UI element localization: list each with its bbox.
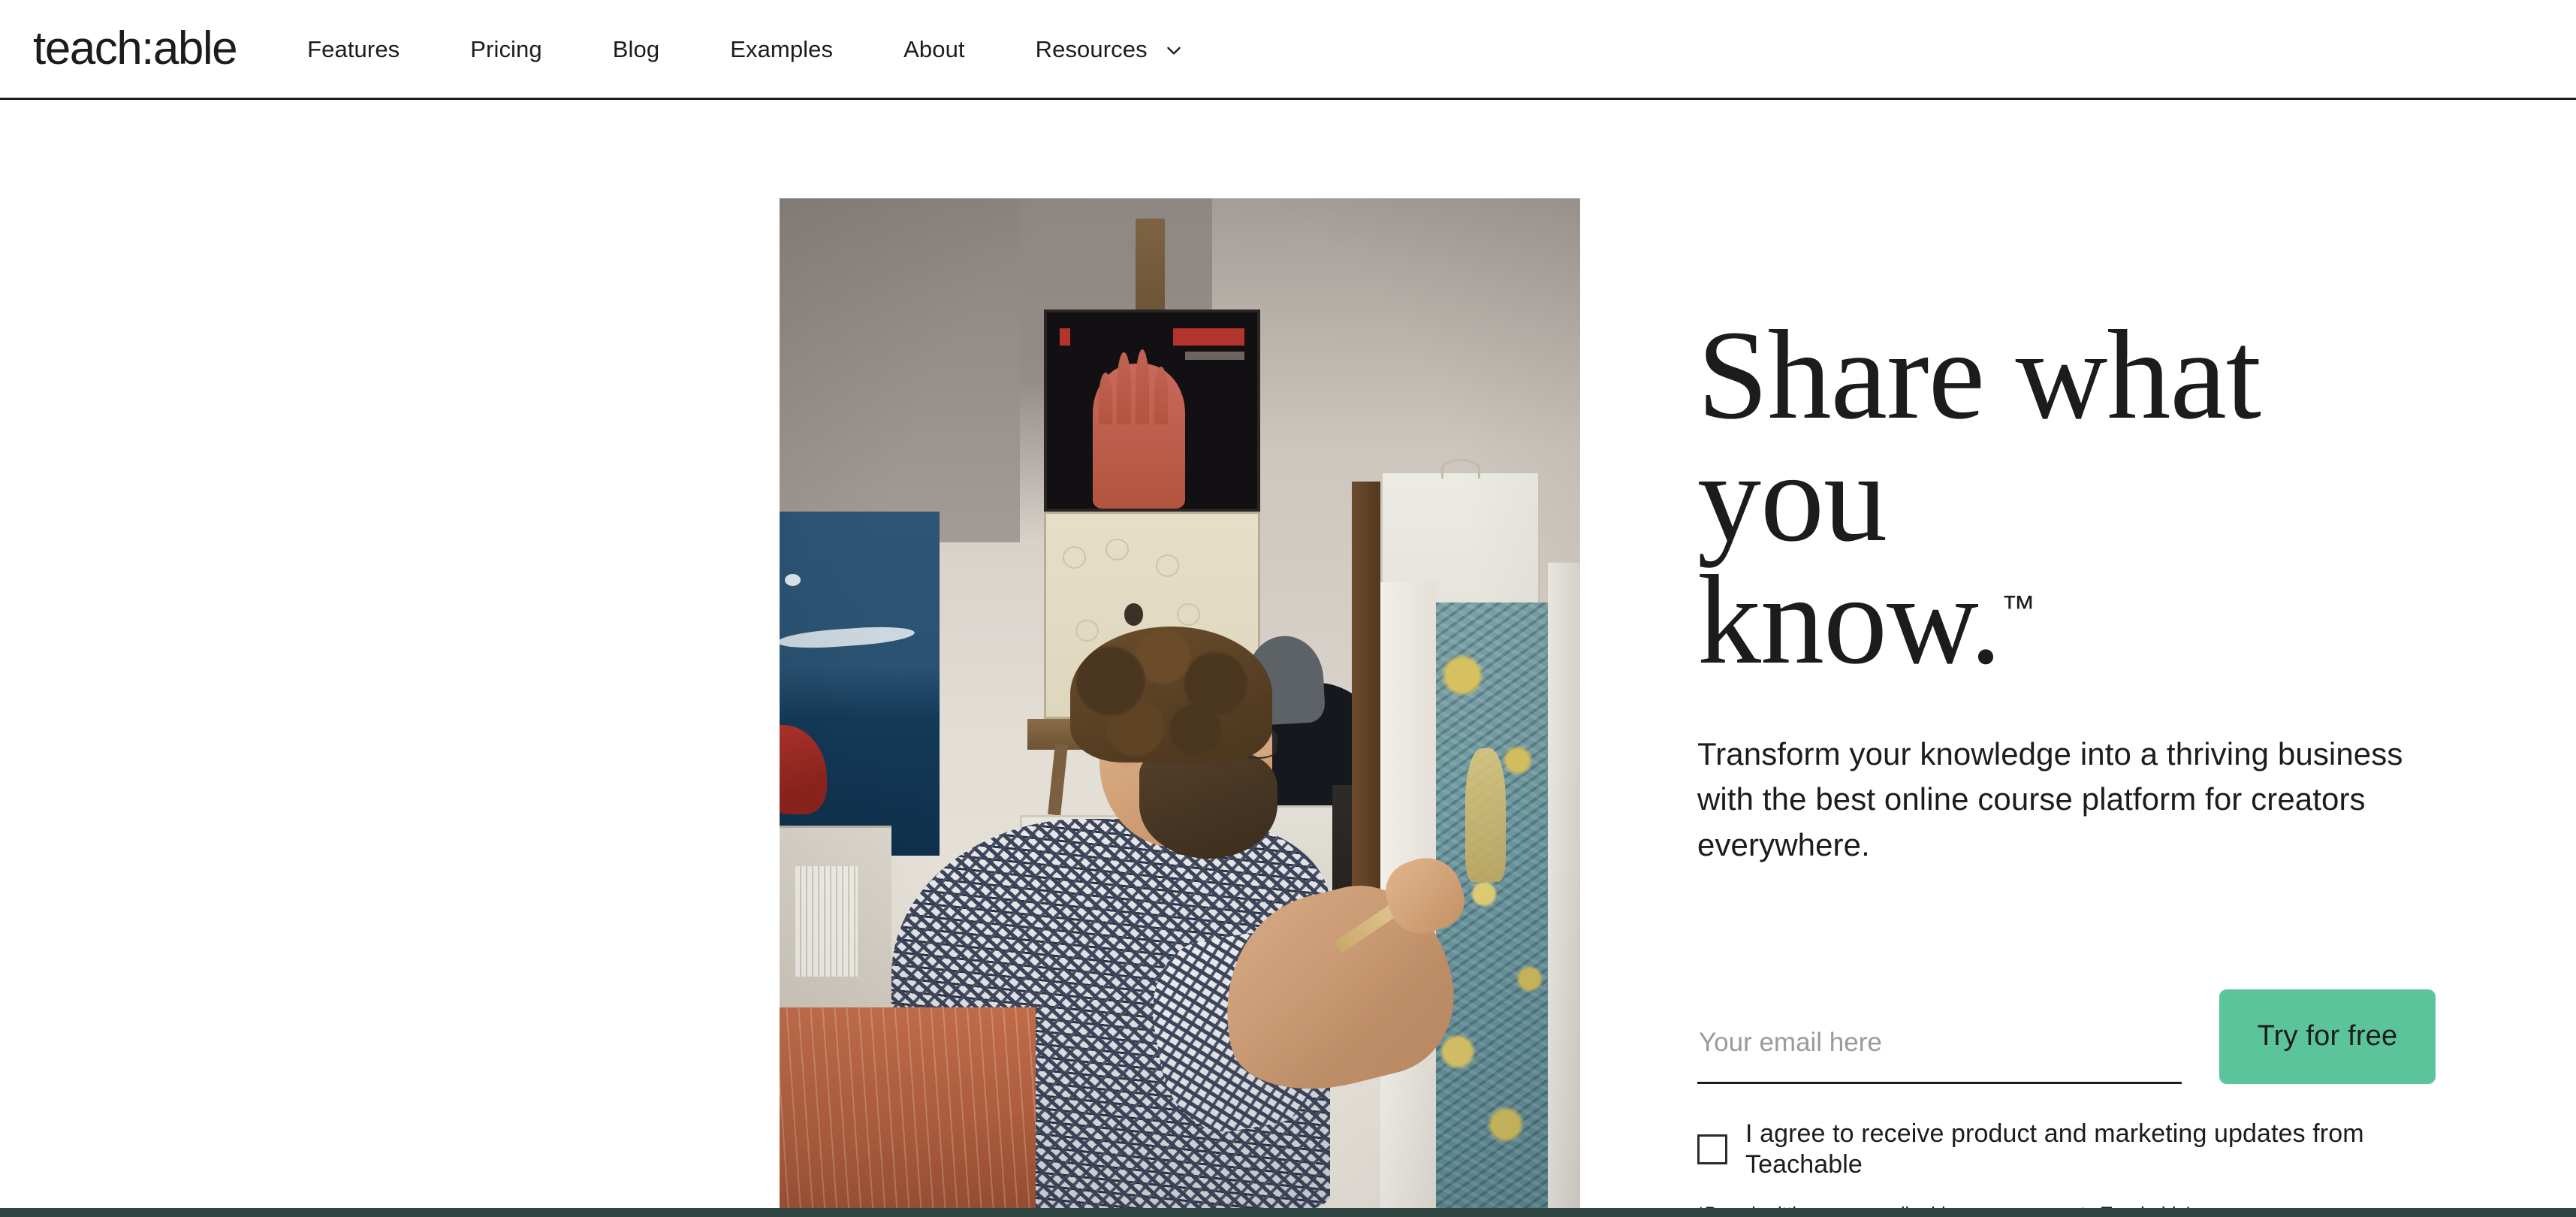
nav-item-pricing[interactable]: Pricing: [470, 38, 541, 61]
poster-red-bar: [1059, 328, 1070, 346]
consent-row: I agree to receive product and marketing…: [1697, 1119, 2452, 1180]
page-title: Share what you know.™: [1697, 311, 2452, 684]
rust-cloth-chair: [780, 1007, 1036, 1209]
hero-image: [780, 198, 1580, 1209]
chevron-down-icon: [1164, 41, 1184, 60]
page-root: teach:able Features Pricing Blog Example…: [0, 0, 2576, 1217]
headline-line-1: Share what you: [1697, 304, 2261, 569]
canvas-painted-figure: [1464, 748, 1506, 882]
poster-finger: [1098, 372, 1113, 425]
artist-curly-hair: [1070, 626, 1272, 763]
hero-section: Share what you know.™ Transform your kno…: [0, 100, 2576, 1217]
poster-finger: [1154, 366, 1169, 425]
canvas-dark-dot: [1124, 603, 1144, 626]
poster-finger: [1135, 349, 1150, 425]
hero-copy-column: Share what you know.™ Transform your kno…: [1697, 311, 2452, 1217]
poster-subtitle: [1185, 352, 1244, 360]
poster-red-title: [1172, 328, 1244, 346]
nav-item-resources[interactable]: Resources: [1036, 38, 1184, 61]
nav-item-about[interactable]: About: [903, 38, 965, 61]
main-navigation: Features Pricing Blog Examples About Res…: [307, 38, 1184, 61]
hero-subheadline: Transform your knowledge into a thriving…: [1697, 735, 2403, 862]
nav-item-examples[interactable]: Examples: [730, 38, 833, 61]
canvas-circle: [1075, 619, 1099, 642]
bottom-accent-strip: [0, 1208, 2576, 1217]
nav-item-blog[interactable]: Blog: [613, 38, 659, 61]
trademark-symbol: ™: [2001, 587, 2036, 627]
canvas-circle: [1063, 546, 1087, 569]
framed-hand-poster: [1043, 310, 1260, 512]
poster-finger: [1117, 352, 1131, 425]
studio-wall-left: [780, 198, 1020, 542]
site-header: teach:able Features Pricing Blog Example…: [0, 0, 2576, 100]
logo-teachable[interactable]: teach:able: [33, 26, 238, 72]
poster-hand-graphic: [1093, 349, 1186, 509]
marketing-consent-checkbox[interactable]: [1697, 1134, 1727, 1164]
signup-form: Try for free: [1697, 989, 2452, 1084]
marketing-consent-label: I agree to receive product and marketing…: [1745, 1119, 2364, 1179]
nav-item-resources-label: Resources: [1035, 35, 1148, 62]
email-input[interactable]: [1697, 1023, 2182, 1084]
try-for-free-button[interactable]: Try for free: [2219, 989, 2436, 1084]
nav-item-features[interactable]: Features: [307, 38, 400, 61]
hero-photo: [780, 198, 1580, 1209]
canvas-circle: [1177, 603, 1201, 626]
canvas-circle: [1156, 554, 1180, 577]
blue-painting-highlight: [784, 573, 801, 586]
canvas-right-edge: [1548, 562, 1580, 1209]
canvas-circle: [1105, 538, 1129, 561]
artist-beard: [1139, 750, 1278, 859]
headline-line-2: know.: [1697, 549, 2001, 691]
